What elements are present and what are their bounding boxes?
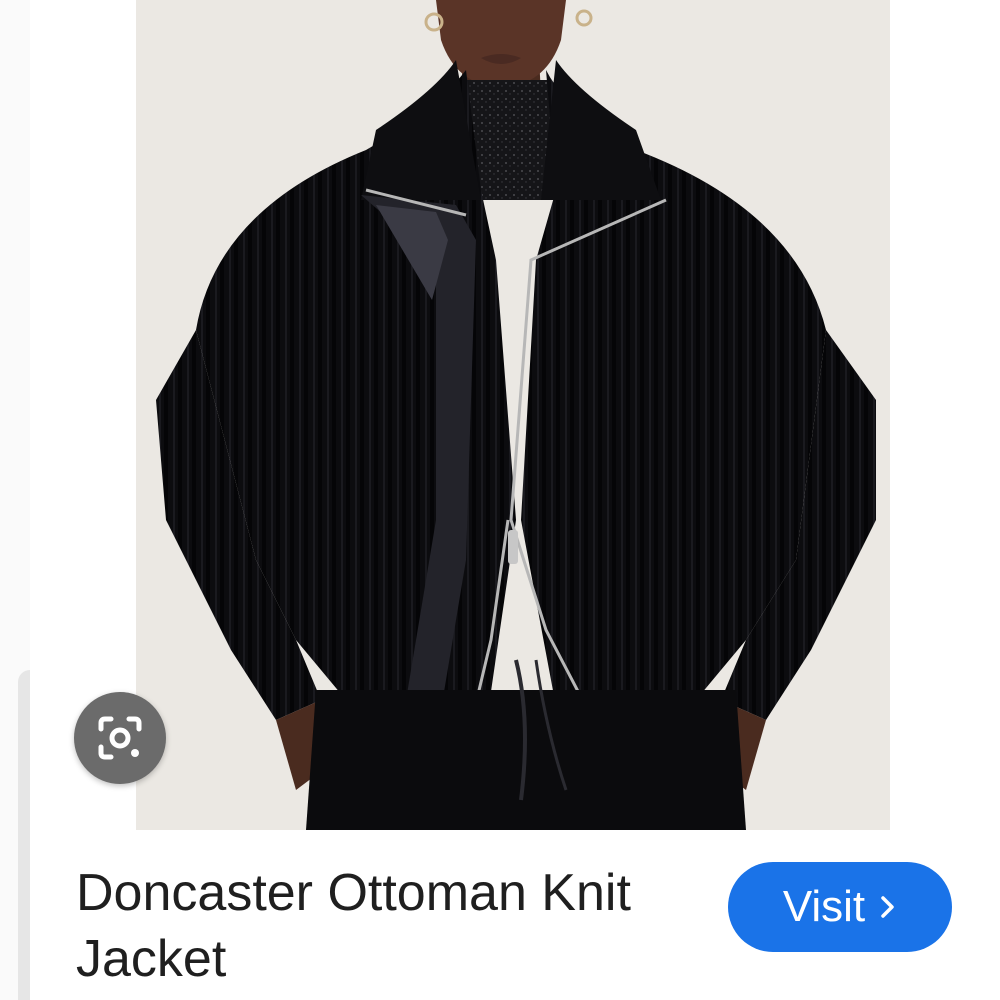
visit-label: Visit <box>782 882 866 931</box>
product-image[interactable] <box>136 0 890 830</box>
google-lens-icon <box>98 716 142 760</box>
visit-button[interactable]: Visit <box>728 862 952 952</box>
google-lens-button[interactable] <box>74 692 166 784</box>
product-title[interactable]: Doncaster Ottoman Knit Jacket <box>76 860 716 992</box>
product-result-card: Doncaster Ottoman Knit Jacket Visit <box>0 0 1000 1000</box>
chevron-right-icon <box>881 896 894 918</box>
left-edge-panel <box>0 0 30 1000</box>
previous-card-edge[interactable] <box>18 670 30 1000</box>
